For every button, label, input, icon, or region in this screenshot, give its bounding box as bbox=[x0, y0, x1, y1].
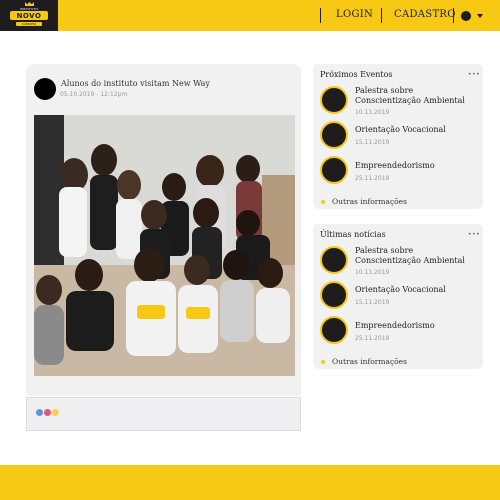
news-item[interactable]: Orientação Vocacional 15.11.2019 bbox=[320, 281, 480, 313]
login-link[interactable]: LOGIN bbox=[336, 9, 373, 20]
logo-tagline: CAMINHO bbox=[16, 22, 42, 26]
news-item[interactable]: Empreendedorismo 25.11.2019 bbox=[320, 316, 480, 348]
post-reactions-bar bbox=[26, 397, 301, 431]
post-title[interactable]: Alunos do instituto visitam New Way bbox=[61, 79, 210, 88]
event-date: 15.11.2019 bbox=[355, 139, 390, 146]
instituto-novo-caminho-logo[interactable]: INSTITUTO NOVO CAMINHO bbox=[0, 0, 58, 31]
event-date: 10.11.2019 bbox=[355, 109, 390, 116]
event-item[interactable]: Palestra sobre Conscientização Ambiental… bbox=[320, 86, 480, 118]
footer-bar bbox=[0, 465, 500, 500]
bullet-icon bbox=[321, 359, 325, 364]
language-flag-icon[interactable] bbox=[461, 11, 471, 21]
news-date: 15.11.2019 bbox=[355, 299, 390, 306]
event-title: Orientação Vocacional bbox=[355, 125, 446, 134]
group-photo-image bbox=[34, 115, 295, 376]
news-thumbnail bbox=[320, 316, 348, 344]
event-thumbnail bbox=[320, 86, 348, 114]
more-info-link[interactable]: Outras informações bbox=[321, 191, 407, 210]
event-item[interactable]: Empreendedorismo 25.11.2019 bbox=[320, 156, 480, 188]
bullet-icon bbox=[321, 199, 325, 204]
news-date: 25.11.2019 bbox=[355, 335, 390, 342]
nav-divider bbox=[381, 8, 382, 23]
news-title: Orientação Vocacional bbox=[355, 285, 446, 294]
news-date: 10.11.2019 bbox=[355, 269, 390, 276]
more-info-label: Outras informações bbox=[332, 197, 407, 206]
logo-word: NOVO bbox=[10, 11, 48, 20]
news-title: Palestra sobre Conscientização Ambiental bbox=[355, 246, 465, 265]
latest-news-panel: Últimas notícias ••• Palestra sobre Cons… bbox=[313, 224, 483, 369]
post-card: Alunos do instituto visitam New Way 05.1… bbox=[26, 64, 301, 431]
crown-icon bbox=[25, 2, 34, 6]
event-thumbnail bbox=[320, 121, 348, 149]
event-thumbnail bbox=[320, 156, 348, 184]
avatar[interactable] bbox=[34, 78, 56, 100]
news-thumbnail bbox=[320, 246, 348, 274]
haha-reaction-icon[interactable] bbox=[51, 408, 60, 417]
panel-title: Próximos Eventos bbox=[320, 70, 393, 79]
chevron-down-icon[interactable] bbox=[477, 14, 483, 18]
more-options-icon[interactable]: ••• bbox=[468, 231, 480, 238]
more-options-icon[interactable]: ••• bbox=[468, 71, 480, 78]
event-date: 25.11.2019 bbox=[355, 175, 390, 182]
event-item[interactable]: Orientação Vocacional 15.11.2019 bbox=[320, 121, 480, 153]
upcoming-events-panel: Próximos Eventos ••• Palestra sobre Cons… bbox=[313, 64, 483, 209]
more-info-label: Outras informações bbox=[332, 357, 407, 366]
post-date: 05.10.2019 - 12:12pm bbox=[60, 91, 128, 98]
post-body: Alunos do instituto visitam New Way 05.1… bbox=[26, 64, 301, 396]
signup-link[interactable]: CADASTRO bbox=[394, 9, 456, 20]
event-title: Empreendedorismo bbox=[355, 161, 435, 170]
nav-divider bbox=[320, 8, 321, 23]
news-thumbnail bbox=[320, 281, 348, 309]
event-title: Palestra sobre Conscientização Ambiental bbox=[355, 86, 465, 105]
nav-divider bbox=[453, 8, 454, 23]
post-photo[interactable] bbox=[34, 115, 295, 376]
top-navigation-bar: INSTITUTO NOVO CAMINHO LOGIN CADASTRO bbox=[0, 0, 500, 31]
more-info-link[interactable]: Outras informações bbox=[321, 351, 407, 370]
news-item[interactable]: Palestra sobre Conscientização Ambiental… bbox=[320, 246, 480, 278]
panel-title: Últimas notícias bbox=[320, 230, 386, 239]
news-title: Empreendedorismo bbox=[355, 321, 435, 330]
